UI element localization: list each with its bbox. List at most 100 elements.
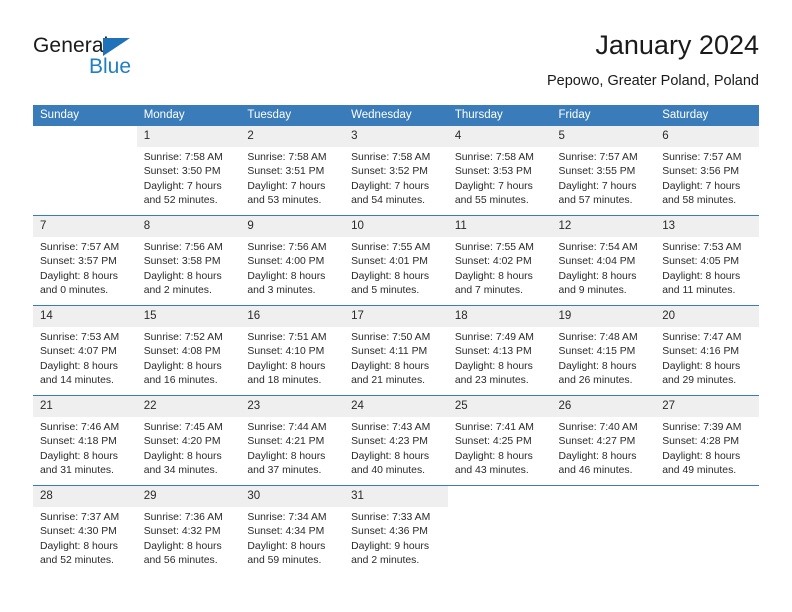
- day-details: Sunrise: 7:44 AM Sunset: 4:21 PM Daylight:…: [240, 417, 344, 478]
- day-cell-content[interactable]: 14 Sunrise: 7:53 AM Sunset: 4:07 PM Dayligh…: [33, 306, 137, 395]
- daylight-text-line2: and 55 minutes.: [454, 194, 529, 206]
- calendar-day-cell: 6 Sunrise: 7:57 AM Sunset: 3:56 PM Daylight…: [655, 126, 759, 216]
- day-number: 10: [344, 216, 448, 237]
- sunset-text: Sunset: 4:15 PM: [558, 346, 636, 358]
- day-cell-content[interactable]: 30 Sunrise: 7:34 AM Sunset: 4:34 PM Dayligh…: [240, 486, 345, 575]
- day-cell-content[interactable]: 9 Sunrise: 7:56 AM Sunset: 4:00 PM Daylight…: [240, 216, 345, 305]
- day-cell-content[interactable]: 29 Sunrise: 7:36 AM Sunset: 4:32 PM Dayligh…: [136, 486, 241, 575]
- sunset-text: Sunset: 4:25 PM: [454, 436, 532, 448]
- daylight-text-line2: and 11 minutes.: [662, 284, 736, 296]
- day-cell-content[interactable]: 12 Sunrise: 7:54 AM Sunset: 4:04 PM Dayligh…: [551, 216, 656, 305]
- day-cell-content[interactable]: 16 Sunrise: 7:51 AM Sunset: 4:10 PM Dayligh…: [240, 306, 345, 395]
- sunset-text: Sunset: 4:23 PM: [351, 436, 428, 448]
- day-cell-content[interactable]: 20 Sunrise: 7:47 AM Sunset: 4:16 PM Dayligh…: [655, 306, 759, 395]
- weekday-header-wednesday: Wednesday: [344, 105, 448, 126]
- calendar-day-cell: 9 Sunrise: 7:56 AM Sunset: 4:00 PM Daylight…: [240, 215, 345, 306]
- day-cell-content[interactable]: 23 Sunrise: 7:44 AM Sunset: 4:21 PM Dayligh…: [240, 396, 345, 485]
- calendar-day-cell: 2 Sunrise: 7:58 AM Sunset: 3:51 PM Daylight…: [240, 126, 345, 216]
- day-cell-content[interactable]: 2 Sunrise: 7:58 AM Sunset: 3:51 PM Daylight…: [240, 126, 345, 215]
- daylight-text-line2: and 21 minutes.: [351, 374, 426, 386]
- day-cell-content[interactable]: 10 Sunrise: 7:55 AM Sunset: 4:01 PM Dayligh…: [344, 216, 448, 305]
- calendar-day-cell: 16 Sunrise: 7:51 AM Sunset: 4:10 PM Dayligh…: [240, 305, 345, 396]
- daylight-text-line2: and 46 minutes.: [558, 464, 633, 476]
- day-cell-content[interactable]: 15 Sunrise: 7:52 AM Sunset: 4:08 PM Dayligh…: [136, 306, 241, 395]
- sunset-text: Sunset: 4:08 PM: [143, 346, 221, 358]
- sunset-text: Sunset: 4:04 PM: [558, 256, 636, 268]
- calendar-day-cell: 28 Sunrise: 7:37 AM Sunset: 4:30 PM Dayligh…: [33, 485, 137, 575]
- day-number: 4: [447, 126, 552, 147]
- sunrise-text: Sunrise: 7:53 AM: [40, 332, 120, 343]
- calendar-day-cell: 27 Sunrise: 7:39 AM Sunset: 4:28 PM Dayligh…: [655, 395, 759, 486]
- calendar-day-cell: 29 Sunrise: 7:36 AM Sunset: 4:32 PM Dayligh…: [136, 485, 241, 575]
- sunset-text: Sunset: 3:53 PM: [454, 166, 532, 178]
- calendar-day-cell: 1 Sunrise: 7:58 AM Sunset: 3:50 PM Daylight…: [136, 126, 241, 216]
- daylight-text-line2: and 9 minutes.: [558, 284, 627, 296]
- general-blue-logo[interactable]: General Blue: [33, 34, 203, 90]
- calendar-week-row: 14 Sunrise: 7:53 AM Sunset: 4:07 PM Dayligh…: [33, 305, 759, 396]
- day-cell-content[interactable]: 6 Sunrise: 7:57 AM Sunset: 3:56 PM Daylight…: [655, 126, 759, 215]
- daylight-text-line1: Daylight: 8 hours: [40, 450, 118, 462]
- calendar-day-cell: 12 Sunrise: 7:54 AM Sunset: 4:04 PM Dayligh…: [551, 215, 656, 306]
- daylight-text-line1: Daylight: 8 hours: [454, 450, 533, 462]
- daylight-text-line2: and 58 minutes.: [662, 194, 737, 206]
- day-cell-content[interactable]: 26 Sunrise: 7:40 AM Sunset: 4:27 PM Dayligh…: [551, 396, 656, 485]
- day-cell-content[interactable]: 28 Sunrise: 7:37 AM Sunset: 4:30 PM Dayligh…: [33, 486, 137, 575]
- day-number: 21: [33, 396, 137, 417]
- daylight-text-line1: Daylight: 8 hours: [143, 270, 222, 282]
- calendar-table: Sunday Monday Tuesday Wednesday Thursday…: [33, 105, 759, 575]
- sunset-text: Sunset: 4:16 PM: [662, 346, 740, 358]
- calendar-day-cell: 5 Sunrise: 7:57 AM Sunset: 3:55 PM Daylight…: [551, 126, 656, 216]
- calendar-day-cell: 17 Sunrise: 7:50 AM Sunset: 4:11 PM Dayligh…: [344, 305, 448, 396]
- day-details: Sunrise: 7:39 AM Sunset: 4:28 PM Daylight:…: [655, 417, 759, 478]
- daylight-text-line2: and 0 minutes.: [40, 284, 109, 296]
- day-cell-content[interactable]: 25 Sunrise: 7:41 AM Sunset: 4:25 PM Dayligh…: [447, 396, 552, 485]
- day-cell-content[interactable]: 13 Sunrise: 7:53 AM Sunset: 4:05 PM Dayligh…: [655, 216, 759, 305]
- day-cell-content[interactable]: 3 Sunrise: 7:58 AM Sunset: 3:52 PM Daylight…: [344, 126, 448, 215]
- day-cell-content[interactable]: 19 Sunrise: 7:48 AM Sunset: 4:15 PM Dayligh…: [551, 306, 656, 395]
- daylight-text-line2: and 26 minutes.: [558, 374, 633, 386]
- day-number: 5: [551, 126, 656, 147]
- empty-cell-content: [655, 486, 759, 575]
- title-block: January 2024 Pepowo, Greater Poland, Pol…: [547, 28, 759, 92]
- sunrise-text: Sunrise: 7:57 AM: [558, 152, 638, 163]
- day-cell-content[interactable]: 21 Sunrise: 7:46 AM Sunset: 4:18 PM Dayligh…: [33, 396, 137, 485]
- day-number: 17: [344, 306, 448, 327]
- day-cell-content[interactable]: 7 Sunrise: 7:57 AM Sunset: 3:57 PM Daylight…: [33, 216, 137, 305]
- page-title: January 2024: [595, 30, 759, 60]
- daylight-text-line2: and 43 minutes.: [454, 464, 529, 476]
- day-details: Sunrise: 7:58 AM Sunset: 3:53 PM Daylight:…: [448, 147, 552, 208]
- day-details: Sunrise: 7:45 AM Sunset: 4:20 PM Daylight:…: [137, 417, 241, 478]
- day-cell-content[interactable]: 5 Sunrise: 7:57 AM Sunset: 3:55 PM Daylight…: [551, 126, 656, 215]
- daylight-text-line1: Daylight: 8 hours: [454, 270, 533, 282]
- daylight-text-line2: and 59 minutes.: [247, 554, 322, 566]
- triangle-icon: [103, 38, 130, 56]
- calendar-day-cell: 31 Sunrise: 7:33 AM Sunset: 4:36 PM Dayligh…: [344, 485, 448, 575]
- day-cell-content[interactable]: 11 Sunrise: 7:55 AM Sunset: 4:02 PM Dayligh…: [447, 216, 552, 305]
- day-cell-content[interactable]: 1 Sunrise: 7:58 AM Sunset: 3:50 PM Daylight…: [136, 126, 241, 215]
- day-cell-content[interactable]: 31 Sunrise: 7:33 AM Sunset: 4:36 PM Dayligh…: [344, 486, 448, 575]
- day-cell-content[interactable]: 27 Sunrise: 7:39 AM Sunset: 4:28 PM Dayligh…: [655, 396, 759, 485]
- sunset-text: Sunset: 4:32 PM: [143, 526, 221, 538]
- day-details: Sunrise: 7:46 AM Sunset: 4:18 PM Daylight:…: [33, 417, 137, 478]
- day-cell-content[interactable]: 8 Sunrise: 7:56 AM Sunset: 3:58 PM Daylight…: [136, 216, 241, 305]
- day-cell-content[interactable]: 22 Sunrise: 7:45 AM Sunset: 4:20 PM Dayligh…: [136, 396, 241, 485]
- day-number: 8: [136, 216, 241, 237]
- day-number: 7: [33, 216, 137, 237]
- sunrise-text: Sunrise: 7:56 AM: [247, 242, 327, 253]
- day-cell-content[interactable]: 4 Sunrise: 7:58 AM Sunset: 3:53 PM Daylight…: [447, 126, 552, 215]
- day-cell-content[interactable]: 18 Sunrise: 7:49 AM Sunset: 4:13 PM Dayligh…: [447, 306, 552, 395]
- day-details: Sunrise: 7:47 AM Sunset: 4:16 PM Daylight:…: [655, 327, 759, 388]
- sunrise-text: Sunrise: 7:56 AM: [143, 242, 223, 253]
- day-number: 11: [447, 216, 552, 237]
- calendar-week-row: 28 Sunrise: 7:37 AM Sunset: 4:30 PM Dayligh…: [33, 485, 759, 575]
- day-cell-content[interactable]: 17 Sunrise: 7:50 AM Sunset: 4:11 PM Dayligh…: [344, 306, 448, 395]
- sunrise-text: Sunrise: 7:49 AM: [454, 332, 534, 343]
- sunrise-text: Sunrise: 7:45 AM: [143, 422, 223, 433]
- calendar-day-cell: 30 Sunrise: 7:34 AM Sunset: 4:34 PM Dayligh…: [240, 485, 345, 575]
- calendar-week-row: 1 Sunrise: 7:58 AM Sunset: 3:50 PM Daylight…: [33, 126, 759, 216]
- day-cell-content[interactable]: 24 Sunrise: 7:43 AM Sunset: 4:23 PM Dayligh…: [344, 396, 448, 485]
- day-number: 14: [33, 306, 137, 327]
- daylight-text-line1: Daylight: 8 hours: [454, 360, 533, 372]
- weekday-header-sunday: Sunday: [33, 105, 137, 126]
- daylight-text-line1: Daylight: 8 hours: [247, 540, 326, 552]
